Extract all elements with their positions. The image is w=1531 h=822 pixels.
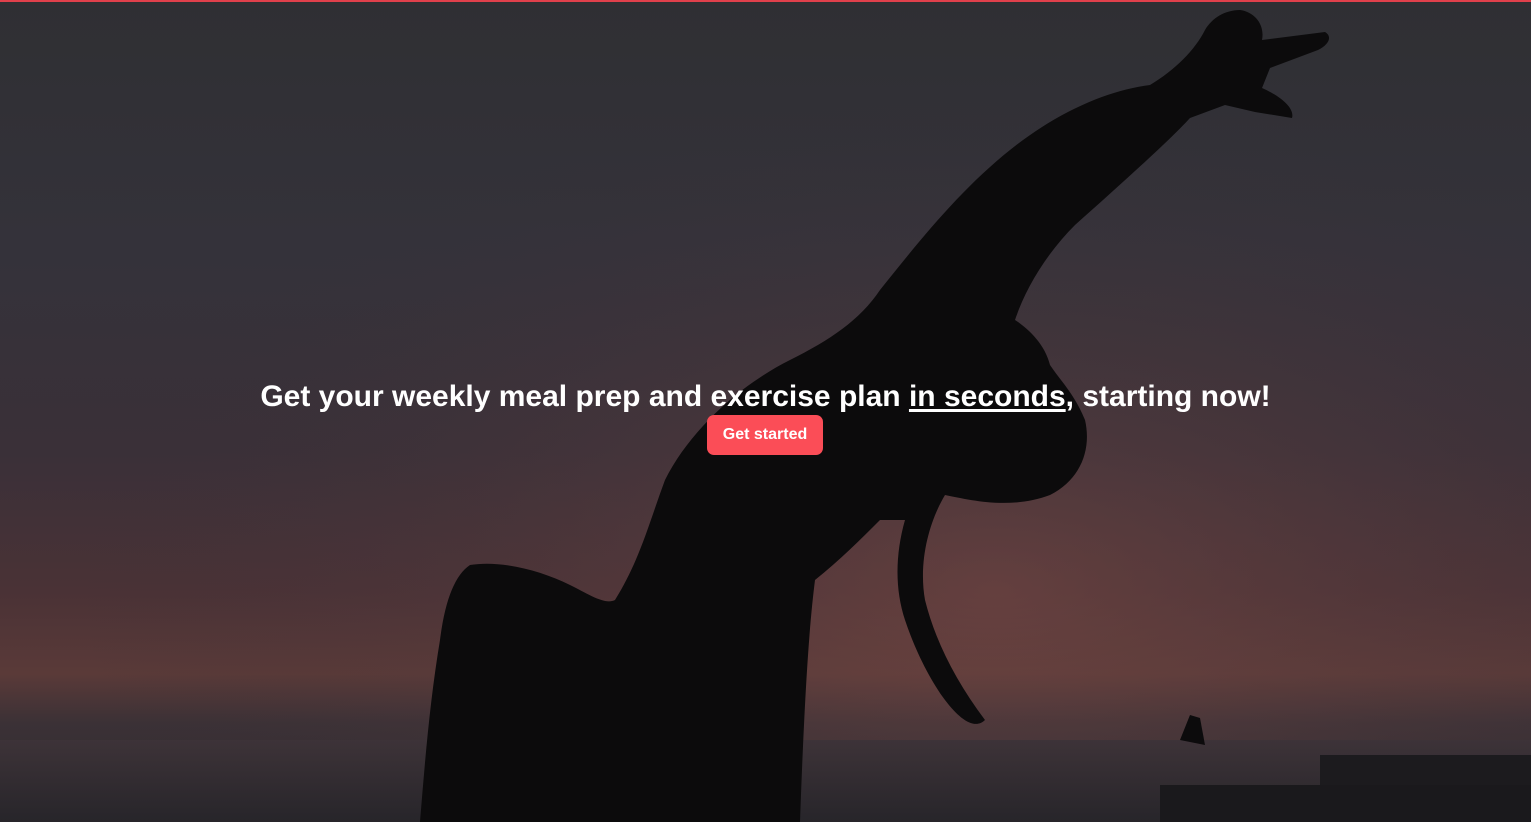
hero-headline: Get your weekly meal prep and exercise p… — [0, 377, 1531, 417]
hero-section: Get your weekly meal prep and exercise p… — [0, 0, 1531, 822]
headline-emphasis: in seconds — [908, 380, 1066, 413]
headline-text-after: , starting now! — [1065, 380, 1271, 413]
get-started-button[interactable]: Get started — [707, 415, 823, 455]
headline-text-before: Get your weekly meal prep and exercise p… — [260, 380, 909, 413]
